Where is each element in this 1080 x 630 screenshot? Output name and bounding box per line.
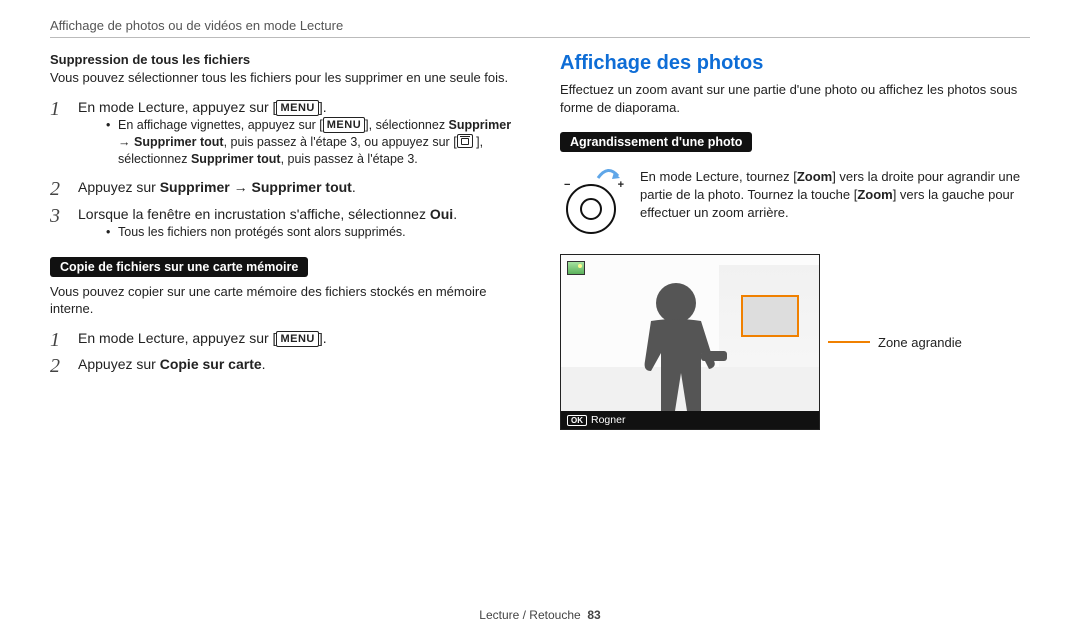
- t: →: [230, 179, 252, 195]
- photo-thumb-icon: [567, 261, 585, 275]
- menu-icon: MENU: [323, 117, 365, 133]
- child-silhouette: [621, 281, 731, 411]
- copy-intro: Vous pouvez copier sur une carte mémoire…: [50, 283, 520, 318]
- step3-bullets: Tous les fichiers non protégés sont alor…: [106, 224, 520, 241]
- step-number: 2: [50, 352, 60, 381]
- zoom-region-box: [741, 295, 799, 337]
- left-column: Suppression de tous les fichiers Vous po…: [50, 52, 520, 430]
- delete-all-intro: Vous pouvez sélectionner tous les fichie…: [50, 69, 520, 87]
- bold: Copie sur carte: [160, 356, 262, 372]
- step-number: 1: [50, 326, 60, 355]
- t: , puis passez à l'étape 3.: [281, 152, 418, 166]
- bold-supprimer: Supprimer: [449, 118, 512, 132]
- menu-icon: MENU: [276, 100, 318, 116]
- t: En mode Lecture, appuyez sur [: [78, 330, 276, 346]
- copy-steps: 1 En mode Lecture, appuyez sur [MENU]. 2…: [50, 328, 520, 375]
- t: .: [352, 179, 356, 195]
- crop-bar: OK Rogner: [561, 411, 819, 429]
- zoom-dial-illustration: − +: [560, 168, 626, 238]
- t: En affichage vignettes, appuyez sur [: [118, 118, 323, 132]
- header-rule: [50, 37, 1030, 38]
- delete-step-1: 1 En mode Lecture, appuyez sur [MENU]. E…: [50, 97, 520, 168]
- t: ], sélectionnez: [365, 118, 448, 132]
- copy-step-1: 1 En mode Lecture, appuyez sur [MENU].: [50, 328, 520, 348]
- zoom-row: − + En mode Lecture, tournez [Zoom] vers…: [560, 168, 1030, 238]
- delete-steps: 1 En mode Lecture, appuyez sur [MENU]. E…: [50, 97, 520, 241]
- t: Appuyez sur: [78, 179, 160, 195]
- ok-badge: OK: [567, 415, 587, 426]
- zoom-instructions: En mode Lecture, tournez [Zoom] vers la …: [640, 168, 1030, 223]
- delete-step-3: 3 Lorsque la fenêtre en incrustation s'a…: [50, 204, 520, 241]
- copy-step-2: 2 Appuyez sur Copie sur carte.: [50, 354, 520, 374]
- right-column: Affichage des photos Effectuez un zoom a…: [560, 52, 1030, 430]
- step-number: 3: [50, 202, 60, 231]
- section-title: Affichage des photos: [560, 52, 1030, 75]
- dial-outer: [566, 184, 616, 234]
- photo-preview: OK Rogner: [560, 254, 820, 430]
- bold: Supprimer: [160, 179, 230, 195]
- zoom-region-label: Zone agrandie: [878, 335, 962, 350]
- delete-step-2: 2 Appuyez sur Supprimer → Supprimer tout…: [50, 177, 520, 197]
- t: .: [262, 356, 266, 372]
- menu-icon: MENU: [276, 331, 318, 347]
- step1-suffix: ].: [319, 99, 327, 115]
- t: , puis passez à l'étape 3, ou appuyez su…: [224, 135, 457, 149]
- copy-badge: Copie de fichiers sur une carte mémoire: [50, 257, 308, 277]
- footer-text: Lecture / Retouche: [479, 608, 580, 622]
- dial-inner: [580, 198, 602, 220]
- page-number: 83: [587, 608, 600, 622]
- bold-oui: Oui: [430, 206, 453, 222]
- step-number: 2: [50, 175, 60, 204]
- t: .: [453, 206, 457, 222]
- bold: Supprimer tout: [252, 179, 352, 195]
- bold: Zoom: [797, 169, 832, 184]
- t: ].: [319, 330, 327, 346]
- bold-supprimer-tout2: Supprimer tout: [191, 152, 281, 166]
- trash-icon: [457, 134, 473, 148]
- step1-bullet: En affichage vignettes, appuyez sur [MEN…: [106, 117, 520, 168]
- step1-bullets: En affichage vignettes, appuyez sur [MEN…: [106, 117, 520, 168]
- minus-icon: −: [564, 179, 570, 191]
- columns: Suppression de tous les fichiers Vous po…: [50, 52, 1030, 430]
- plus-icon: +: [618, 179, 624, 191]
- bold-supprimer-tout: Supprimer tout: [134, 135, 224, 149]
- section-intro: Effectuez un zoom avant sur une partie d…: [560, 81, 1030, 116]
- step1-prefix: En mode Lecture, appuyez sur [: [78, 99, 276, 115]
- delete-all-heading: Suppression de tous les fichiers: [50, 52, 520, 67]
- running-header: Affichage de photos ou de vidéos en mode…: [50, 18, 1030, 33]
- crop-label: Rogner: [591, 414, 625, 426]
- t: Appuyez sur: [78, 356, 160, 372]
- enlarge-badge: Agrandissement d'une photo: [560, 132, 752, 152]
- step3-bullet: Tous les fichiers non protégés sont alor…: [106, 224, 520, 241]
- t: →: [118, 135, 134, 149]
- page-footer: Lecture / Retouche 83: [0, 608, 1080, 622]
- preview-wrap: OK Rogner Zone agrandie: [560, 254, 1030, 430]
- rotate-arrow-icon: [596, 166, 620, 180]
- leader-line: [828, 341, 870, 343]
- t: Lorsque la fenêtre en incrustation s'aff…: [78, 206, 430, 222]
- page: Affichage de photos ou de vidéos en mode…: [0, 0, 1080, 630]
- t: En mode Lecture, tournez [: [640, 169, 797, 184]
- step-number: 1: [50, 95, 60, 124]
- bold: Zoom: [857, 187, 892, 202]
